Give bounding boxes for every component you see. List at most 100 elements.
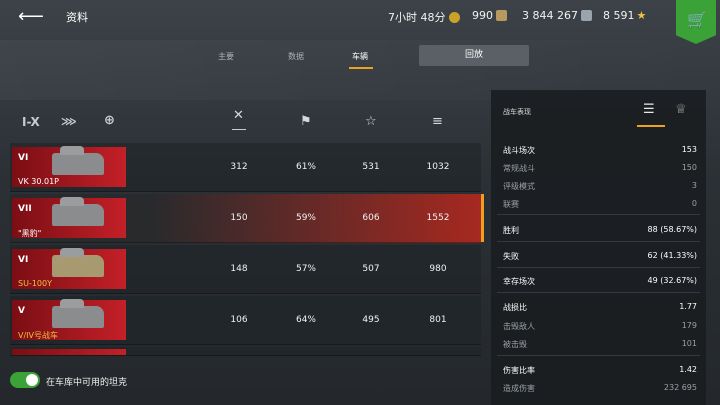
- tank-image: [52, 248, 104, 277]
- back-arrow-icon[interactable]: ⟵: [18, 6, 44, 27]
- wn-cell: 507: [362, 264, 380, 274]
- tank-image: [52, 197, 104, 226]
- stat-label: 失败: [503, 252, 519, 261]
- vehicle-name: VK 30.01P: [18, 177, 59, 186]
- victory-sort-icon[interactable]: ⚑: [300, 114, 312, 129]
- silver-amount[interactable]: 3 844 267: [522, 9, 592, 22]
- stat-label: 评级模式: [503, 182, 535, 191]
- damage-cell: 980: [429, 264, 447, 274]
- vehicle-row-selected[interactable]: VII "黑豹" 150 59% 606 1552: [10, 194, 484, 243]
- stat-value: 49 (32.67%): [647, 276, 697, 285]
- stat-value: 1.77: [679, 302, 697, 311]
- shop-button[interactable]: 🛒: [676, 0, 716, 44]
- stat-label: 联赛: [503, 200, 519, 209]
- battles-cell: 150: [230, 213, 248, 223]
- battles-cell: 106: [230, 315, 248, 325]
- top-bar: ⟵ 资料 7小时 48分 990 3 844 267 8 591 ★: [0, 0, 720, 34]
- battles-cell: 312: [230, 162, 248, 172]
- vehicle-name: SU-100Y: [18, 279, 52, 288]
- stat-label: 伤害比率: [503, 366, 535, 375]
- medal-view-icon[interactable]: ♕: [675, 102, 687, 117]
- tab-replays[interactable]: 回放: [419, 45, 529, 66]
- divider: [497, 241, 700, 242]
- divider: [497, 355, 700, 356]
- free-xp-amount[interactable]: 8 591 ★: [603, 9, 646, 22]
- wn-cell: 495: [362, 315, 380, 325]
- stat-value: 62 (41.33%): [647, 251, 697, 260]
- panel-title: 战车表现: [503, 108, 531, 116]
- winrate-cell: 57%: [295, 264, 316, 274]
- page-title: 资料: [66, 11, 88, 24]
- premium-icon: [448, 12, 460, 23]
- mastery-sort-icon[interactable]: ☆: [365, 114, 377, 129]
- tab-active-indicator: [349, 67, 373, 69]
- stat-label: 幸存场次: [503, 277, 535, 286]
- silver-plus-icon: [580, 10, 592, 21]
- tier-label: V: [18, 306, 25, 316]
- vehicle-row[interactable]: VI SU-100Y 148 57% 507 980: [10, 245, 481, 294]
- stat-value: 179: [681, 321, 697, 330]
- stat-label: 被击毁: [503, 340, 527, 349]
- battles-cell: 148: [230, 264, 248, 274]
- vehicle-thumbnail: V V/IV号战车: [12, 299, 126, 340]
- divider: [497, 292, 700, 293]
- tier-filter[interactable]: I-X: [22, 115, 40, 129]
- tank-image: [52, 299, 104, 328]
- gold-text: 990: [472, 9, 493, 22]
- vehicle-name: V/IV号战车: [18, 331, 58, 340]
- tank-image: [52, 146, 104, 175]
- gold-plus-icon: [496, 10, 507, 21]
- globe-filter-icon[interactable]: ⊕: [104, 113, 115, 128]
- nation-filter-icon[interactable]: ⋙: [61, 115, 77, 128]
- damage-cell: 1552: [426, 213, 450, 223]
- winrate-cell: 61%: [295, 162, 316, 172]
- damage-cell: 1032: [426, 162, 450, 172]
- tab-data[interactable]: 数据: [288, 51, 304, 62]
- stat-value: 3: [691, 181, 697, 190]
- wn-cell: 531: [362, 162, 380, 172]
- silver-text: 3 844 267: [522, 9, 578, 22]
- stat-value: 232 695: [663, 383, 697, 392]
- vehicle-row[interactable]: V V/IV号战车 106 64% 495 801: [10, 296, 481, 345]
- tab-vehicles[interactable]: 车辆: [352, 51, 368, 62]
- premium-timer-text: 7小时 48分: [388, 11, 446, 24]
- vehicle-performance-panel: 战车表现 ☰ ♕ 战斗场次 153 常规战斗 150 评级模式 3 联赛 0 胜利 88 …: [491, 90, 706, 405]
- stat-label: 战斗场次: [503, 146, 535, 155]
- stat-value: 150: [681, 163, 697, 172]
- garage-filter-label: 在车库中可用的坦克: [46, 378, 128, 388]
- vehicle-thumbnail: VII "黑豹": [12, 197, 126, 238]
- tier-label: VI: [18, 255, 29, 265]
- gold-amount[interactable]: 990: [472, 9, 507, 22]
- tier-label: VII: [18, 204, 32, 214]
- stat-label: 胜利: [503, 226, 519, 235]
- stat-value: 101: [681, 339, 697, 348]
- toggle-knob: [26, 374, 38, 386]
- stat-value: 0: [691, 199, 697, 208]
- wn-cell: 606: [362, 213, 380, 223]
- premium-timer[interactable]: 7小时 48分: [388, 9, 460, 25]
- vehicle-row[interactable]: VI VK 30.01P 312 61% 531 1032: [10, 143, 481, 192]
- vehicle-name: "黑豹": [18, 229, 42, 238]
- garage-filter-toggle[interactable]: [10, 372, 40, 388]
- divider: [497, 267, 700, 268]
- tier-label: VI: [18, 153, 29, 163]
- selection-indicator: [481, 194, 484, 242]
- vehicle-thumbnail: [12, 349, 126, 355]
- vehicle-thumbnail: VI SU-100Y: [12, 248, 126, 289]
- damage-sort-icon[interactable]: ≡: [432, 114, 443, 129]
- stat-label: 常规战斗: [503, 164, 535, 173]
- sort-indicator: [232, 129, 246, 130]
- vehicle-row-partial[interactable]: [10, 347, 481, 356]
- damage-cell: 801: [429, 315, 447, 325]
- winrate-cell: 64%: [295, 315, 316, 325]
- divider: [497, 214, 700, 215]
- tab-main[interactable]: 主要: [218, 51, 234, 62]
- winrate-cell: 59%: [295, 213, 316, 223]
- stat-label: 击毁敌人: [503, 322, 535, 331]
- list-view-icon[interactable]: ☰: [643, 102, 655, 117]
- battles-sort-icon[interactable]: ✕: [233, 108, 244, 123]
- stat-value: 153: [681, 145, 697, 154]
- stat-label: 造成伤害: [503, 384, 535, 393]
- stat-label: 战损比: [503, 303, 527, 312]
- free-xp-star-icon: ★: [636, 9, 647, 22]
